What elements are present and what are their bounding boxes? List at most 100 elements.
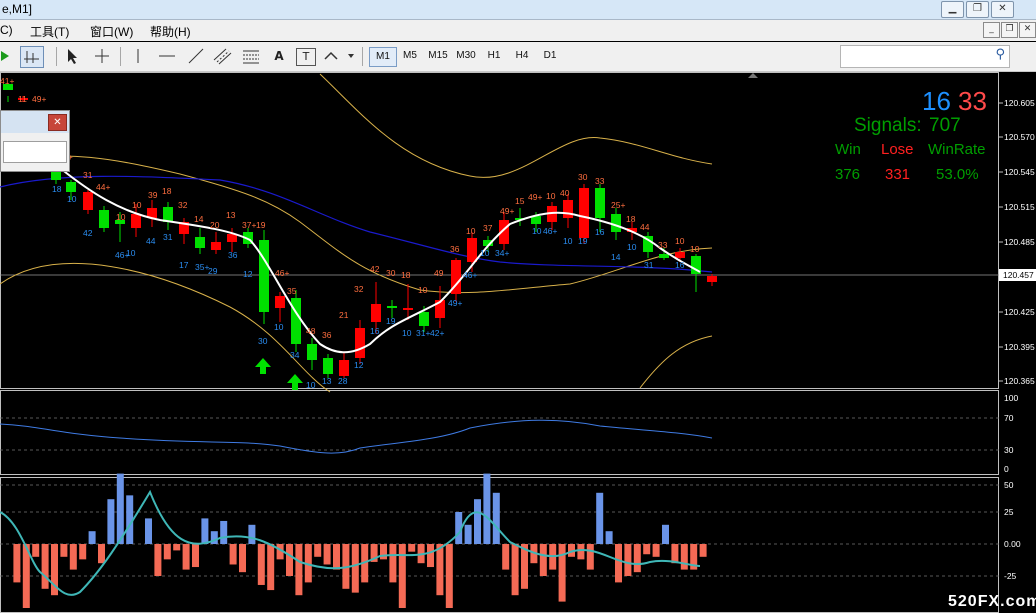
oscillator-histogram-bar bbox=[615, 544, 622, 583]
cursor-icon[interactable] bbox=[62, 46, 82, 66]
candle-body bbox=[323, 358, 333, 374]
timeframe-h1[interactable]: H1 bbox=[481, 47, 507, 65]
mdi-close-button[interactable]: ✕ bbox=[1019, 22, 1036, 38]
oscillator-histogram-bar bbox=[248, 524, 256, 544]
channel-icon[interactable] bbox=[212, 46, 234, 66]
mdi-controls: _ ❐ ✕ bbox=[983, 22, 1036, 38]
oscillator-histogram-bar bbox=[173, 544, 181, 551]
candle-count-label: 30 bbox=[386, 268, 396, 278]
candle-count-label: 46+ bbox=[275, 268, 289, 278]
oscillator-histogram-bar bbox=[163, 544, 171, 560]
candle-count-label: 31 bbox=[163, 232, 173, 242]
price-tick-label: 120.605 bbox=[1004, 98, 1035, 108]
oscillator-histogram-bar bbox=[699, 544, 707, 557]
fibonacci-icon[interactable] bbox=[240, 46, 262, 66]
chart-shift-icon[interactable] bbox=[20, 46, 44, 68]
oscillator-histogram-bar bbox=[154, 544, 162, 576]
price-tick-label: 120.515 bbox=[1004, 202, 1035, 212]
menu-item-window[interactable]: 窗口(W) bbox=[90, 23, 133, 40]
toolbar-separator bbox=[120, 47, 121, 66]
search-input[interactable]: ⚲ bbox=[840, 45, 1010, 68]
oscillator-histogram-bar bbox=[182, 544, 190, 570]
timeframe-m5[interactable]: M5 bbox=[397, 47, 423, 65]
win-label: Win bbox=[835, 141, 861, 158]
candle-count-label: 10 bbox=[675, 236, 685, 246]
candle-count-label: 13 bbox=[226, 210, 236, 220]
candle-count-label: 16 bbox=[370, 326, 380, 336]
candle-count-label: 49+ bbox=[32, 94, 46, 104]
winrate-label: WinRate bbox=[928, 141, 986, 158]
oscillator-histogram-bar bbox=[333, 544, 340, 570]
candle-count-label: 18 bbox=[401, 270, 411, 280]
oscillator-histogram-bar bbox=[492, 492, 500, 544]
price-tick-label: 120.425 bbox=[1004, 307, 1035, 317]
dialog-close-button[interactable]: ✕ bbox=[48, 114, 67, 131]
candle-count-label: 19 bbox=[386, 316, 396, 326]
timeframe-d1[interactable]: D1 bbox=[537, 47, 563, 65]
dialog-field[interactable] bbox=[3, 141, 67, 163]
search-icon[interactable]: ⚲ bbox=[995, 47, 1005, 62]
candle-body bbox=[339, 360, 349, 376]
oscillator-histogram-bar bbox=[596, 492, 604, 544]
oscillator-histogram-bar bbox=[98, 544, 105, 564]
vertical-line-icon[interactable] bbox=[128, 46, 148, 66]
timeframe-m30[interactable]: M30 bbox=[453, 47, 479, 65]
oscillator-histogram-bar bbox=[257, 544, 265, 585]
candle-count-label: 48 bbox=[306, 326, 316, 336]
menu-bar: C) 工具(T) 窗口(W) 帮助(H) bbox=[0, 20, 1036, 41]
mdi-minimize-button[interactable]: _ bbox=[983, 22, 1000, 38]
lose-value: 331 bbox=[885, 166, 911, 183]
oscillator-histogram-bar bbox=[229, 544, 237, 565]
oscillator-histogram-bar bbox=[436, 544, 444, 596]
text-tool-button[interactable]: A bbox=[270, 46, 288, 66]
oscillator-histogram-bar bbox=[539, 544, 547, 576]
candle-count-label: 36 bbox=[450, 244, 460, 254]
winrate-value: 53.0% bbox=[936, 166, 979, 183]
oscillator-histogram-bar bbox=[79, 544, 87, 560]
candle-count-label: 29 bbox=[208, 266, 218, 276]
play-icon[interactable] bbox=[0, 46, 12, 66]
minimize-button[interactable]: ▁ bbox=[941, 1, 964, 18]
oscillator-histogram-bar bbox=[633, 544, 641, 573]
oscillator-histogram-bar bbox=[192, 544, 199, 568]
timeframe-m15[interactable]: M15 bbox=[425, 47, 451, 65]
candle-count-label: 18 bbox=[162, 186, 172, 196]
trendline-icon[interactable] bbox=[186, 46, 206, 66]
timeframe-h4[interactable]: H4 bbox=[509, 47, 535, 65]
candle-count-label: 20 bbox=[210, 220, 220, 230]
candle-body bbox=[291, 298, 301, 344]
horizontal-line-icon[interactable] bbox=[156, 46, 178, 66]
candle-count-label: 19 bbox=[578, 236, 588, 246]
candle-count-label: 18 bbox=[626, 214, 636, 224]
menu-item-help[interactable]: 帮助(H) bbox=[150, 23, 191, 40]
candle-count-label: 10 bbox=[306, 380, 316, 390]
oscillator-histogram-bar bbox=[586, 544, 594, 570]
win-value: 376 bbox=[835, 166, 861, 183]
price-tick-label: 120.395 bbox=[1004, 342, 1035, 352]
oscillator-histogram-bar bbox=[389, 544, 397, 583]
osc-tick-label: 50 bbox=[1004, 480, 1014, 490]
price-tick-label: 120.545 bbox=[1004, 167, 1035, 177]
candle-count-label: 21 bbox=[339, 310, 349, 320]
crosshair-icon[interactable] bbox=[92, 46, 112, 66]
candle-count-label: 32 bbox=[354, 284, 364, 294]
candle-count-label: 12 bbox=[354, 360, 364, 370]
candle-count-label: 36 bbox=[228, 250, 238, 260]
oscillator-histogram-bar bbox=[464, 524, 472, 544]
mdi-restore-button[interactable]: ❐ bbox=[1001, 22, 1018, 38]
candle-count-label: 10 bbox=[627, 242, 637, 252]
candle-count-label: 44 bbox=[640, 222, 650, 232]
candle-body bbox=[675, 252, 685, 258]
text-label-tool-button[interactable]: T bbox=[296, 48, 316, 66]
menu-item-chart[interactable]: C) bbox=[0, 23, 13, 37]
timeframe-m1[interactable]: M1 bbox=[369, 47, 397, 67]
candle-body bbox=[419, 312, 429, 326]
candle-count-label: 10 bbox=[563, 236, 573, 246]
candle-body bbox=[467, 238, 477, 262]
oscillator-histogram-bar bbox=[577, 544, 585, 560]
arrows-dropdown-icon[interactable] bbox=[322, 46, 356, 66]
candle-count-label: 42+ bbox=[430, 328, 444, 338]
close-button[interactable]: ✕ bbox=[991, 1, 1014, 18]
restore-button[interactable]: ❐ bbox=[966, 1, 989, 18]
menu-item-tools[interactable]: 工具(T) bbox=[30, 23, 69, 40]
